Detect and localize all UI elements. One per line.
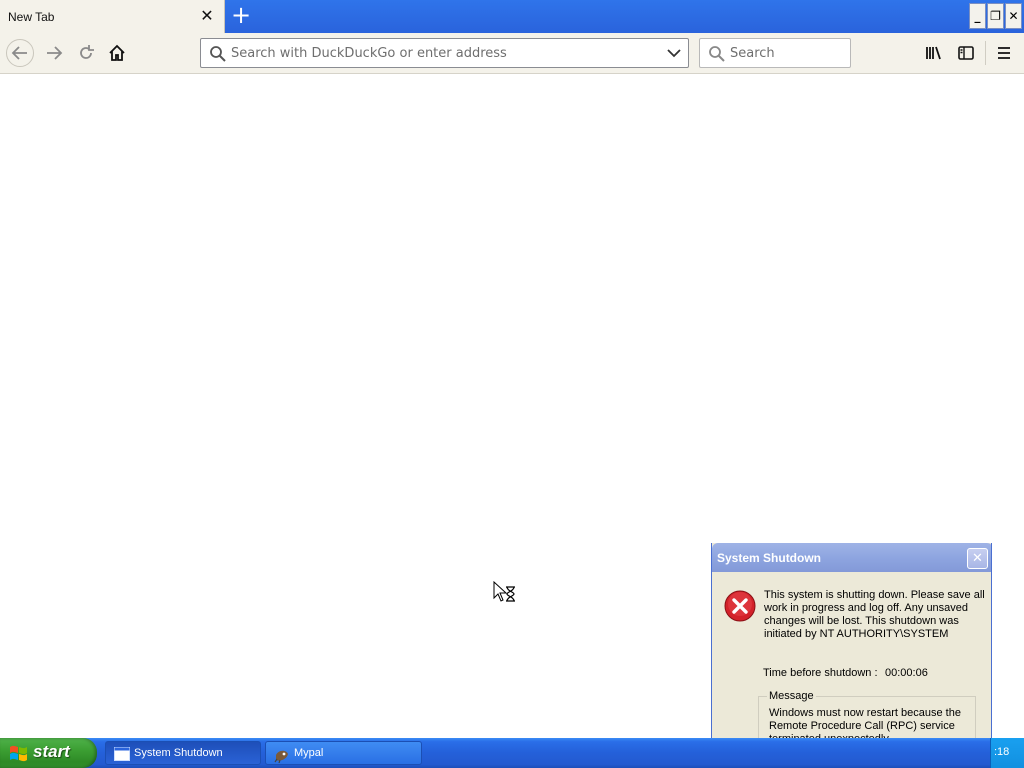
forward-button[interactable]	[40, 39, 68, 67]
tab-strip: New Tab ✕ + _ ❐ ✕	[0, 0, 1024, 34]
reload-icon	[80, 45, 94, 59]
window-icon	[114, 747, 130, 761]
dialog-message: This system is shutting down. Please sav…	[764, 589, 985, 640]
navigation-toolbar	[0, 33, 1024, 74]
message-group-label: Message	[767, 690, 816, 702]
close-icon[interactable]: ✕	[967, 548, 988, 569]
address-bar[interactable]	[200, 38, 689, 68]
dialog-titlebar[interactable]: System Shutdown ✕	[712, 543, 991, 572]
search-icon	[210, 46, 226, 62]
taskbar-item-mypal[interactable]: Mypal	[265, 741, 422, 765]
plus-icon[interactable]: +	[230, 3, 252, 28]
toolbar-separator	[985, 41, 986, 65]
taskbar: start System Shutdown Mypal :18	[0, 738, 1024, 768]
mypal-icon	[274, 750, 288, 763]
taskbar-item-label: Mypal	[294, 747, 324, 759]
sidebar-button[interactable]	[952, 39, 980, 67]
sidebar-icon	[958, 46, 974, 60]
library-button[interactable]	[920, 39, 948, 67]
search-icon	[709, 46, 725, 62]
chevron-down-icon[interactable]	[667, 47, 681, 59]
library-icon	[926, 46, 941, 60]
maximize-button[interactable]: ❐	[987, 3, 1004, 29]
system-tray: :18	[990, 738, 1024, 768]
taskbar-item-system-shutdown[interactable]: System Shutdown	[105, 741, 261, 765]
taskbar-item-label: System Shutdown	[134, 747, 223, 759]
error-icon	[724, 590, 756, 622]
search-bar[interactable]	[699, 38, 851, 68]
arrow-left-icon	[11, 46, 27, 60]
arrow-right-icon	[47, 46, 63, 60]
back-button[interactable]	[6, 39, 34, 67]
start-button[interactable]: start	[0, 738, 97, 768]
home-icon	[109, 44, 125, 61]
time-before-shutdown-value: 00:00:06	[885, 667, 928, 679]
tab-title: New Tab	[8, 10, 55, 24]
windows-logo-icon	[10, 745, 27, 762]
menu-button[interactable]	[990, 39, 1018, 67]
time-before-shutdown-label: Time before shutdown :	[763, 667, 878, 679]
clock[interactable]: :18	[994, 746, 1009, 758]
minimize-button[interactable]: _	[969, 3, 986, 29]
busy-cursor-icon	[493, 581, 515, 602]
address-input[interactable]	[231, 44, 661, 62]
close-icon[interactable]: ✕	[198, 7, 216, 25]
reload-button[interactable]	[72, 39, 100, 67]
start-label: start	[33, 742, 70, 761]
hamburger-menu-icon	[998, 47, 1010, 59]
search-input[interactable]	[730, 44, 842, 62]
tab-new-tab[interactable]: New Tab ✕	[0, 0, 225, 34]
dialog-title: System Shutdown	[717, 551, 822, 565]
home-button[interactable]	[103, 39, 131, 67]
system-shutdown-dialog: System Shutdown ✕ This system is shuttin…	[711, 543, 992, 768]
close-window-button[interactable]: ✕	[1005, 3, 1022, 29]
